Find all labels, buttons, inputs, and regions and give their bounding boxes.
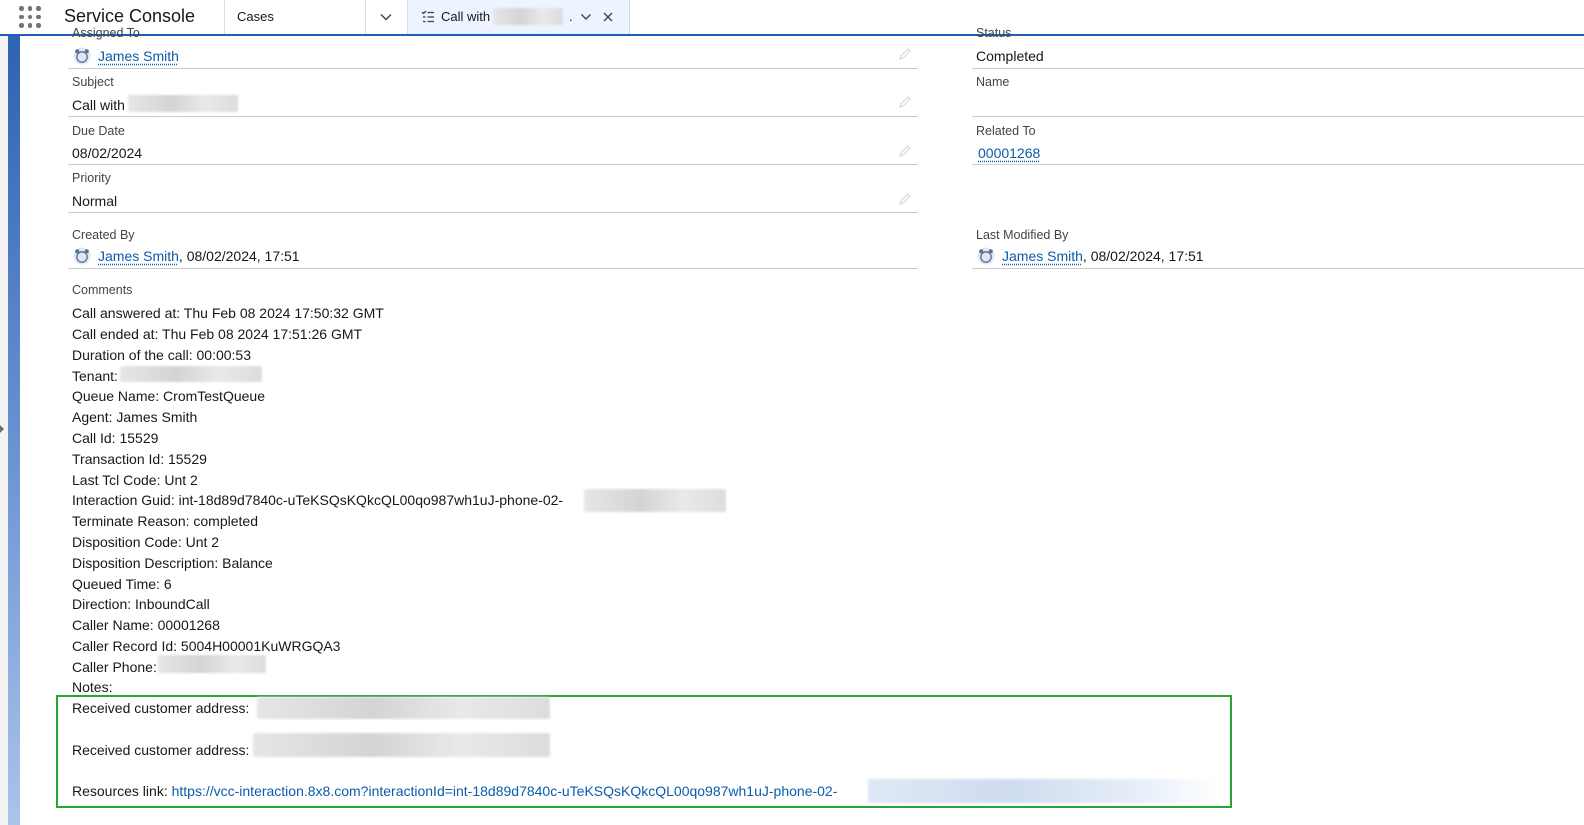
redacted-link-tail bbox=[868, 779, 1220, 803]
related-to-label: Related To bbox=[976, 124, 1036, 138]
last-modified-by-date: , 08/02/2024, 17:51 bbox=[1082, 248, 1204, 264]
pencil-icon[interactable] bbox=[899, 48, 911, 60]
redacted-tenant bbox=[120, 366, 262, 382]
comment-line: Notes: bbox=[72, 679, 113, 695]
comment-line: Queued Time: 6 bbox=[72, 576, 172, 592]
status-value: Completed bbox=[976, 48, 1044, 64]
related-to-link[interactable]: 00001268 bbox=[978, 145, 1040, 161]
pencil-icon[interactable] bbox=[899, 145, 911, 157]
redacted-name bbox=[128, 95, 238, 112]
comment-line: Transaction Id: 15529 bbox=[72, 451, 207, 467]
chevron-down-icon bbox=[380, 13, 392, 21]
tab-suffix: . bbox=[569, 9, 573, 24]
redacted-guid bbox=[584, 489, 726, 512]
comment-line: Duration of the call: 00:00:53 bbox=[72, 347, 252, 363]
last-modified-by-label: Last Modified By bbox=[976, 228, 1069, 242]
tab-call-with[interactable]: Call with . bbox=[407, 0, 630, 34]
tab-cases-label: Cases bbox=[237, 9, 274, 24]
created-by-date: , 08/02/2024, 17:51 bbox=[178, 248, 300, 264]
comment-line: Call answered at: Thu Feb 08 2024 17:50:… bbox=[72, 305, 384, 321]
redacted-address bbox=[253, 733, 550, 757]
assigned-to-link[interactable]: James Smith bbox=[98, 48, 179, 64]
tab-overflow-button[interactable] bbox=[366, 0, 406, 34]
redacted-address bbox=[257, 697, 550, 719]
global-header: Service Console Cases Call with . bbox=[0, 0, 1584, 36]
received-address-line: Received customer address: bbox=[72, 742, 250, 758]
record-highlight-strip bbox=[8, 36, 20, 825]
field-divider bbox=[972, 116, 1584, 117]
app-launcher-icon[interactable] bbox=[18, 5, 42, 29]
comment-line: Queue Name: CromTestQueue bbox=[72, 388, 265, 404]
subject-value: Call with bbox=[72, 97, 125, 113]
field-divider bbox=[68, 164, 918, 165]
field-divider bbox=[972, 164, 1584, 165]
comment-line: Tenant: bbox=[72, 368, 118, 384]
comment-line: Direction: InboundCall bbox=[72, 596, 210, 612]
created-by-value: James Smith, 08/02/2024, 17:51 bbox=[98, 248, 300, 264]
received-address-line: Received customer address: bbox=[72, 700, 250, 716]
name-label: Name bbox=[976, 75, 1010, 89]
comment-line: Last Tcl Code: Unt 2 bbox=[72, 472, 198, 488]
comment-line: Disposition Description: Balance bbox=[72, 555, 273, 571]
comment-line: Agent: James Smith bbox=[72, 409, 198, 425]
comment-line: Disposition Code: Unt 2 bbox=[72, 534, 220, 550]
user-avatar-icon bbox=[73, 247, 91, 265]
app-name: Service Console bbox=[64, 6, 196, 26]
resources-url-link[interactable]: https://vcc-interaction.8x8.com?interact… bbox=[172, 783, 838, 799]
redacted-phone bbox=[158, 655, 266, 673]
field-divider bbox=[68, 268, 918, 269]
comment-line: Caller Name: 00001268 bbox=[72, 617, 220, 633]
field-divider bbox=[68, 212, 918, 213]
task-list-icon bbox=[421, 10, 434, 23]
user-avatar-icon bbox=[977, 247, 995, 265]
comment-line: Interaction Guid: int-18d89d7840c-uTeKSQ… bbox=[72, 492, 564, 508]
due-date-value: 08/02/2024 bbox=[72, 145, 143, 161]
subject-label: Subject bbox=[72, 75, 114, 89]
field-divider bbox=[972, 268, 1584, 269]
comment-line: Terminate Reason: completed bbox=[72, 513, 258, 529]
comment-line: Caller Phone: bbox=[72, 659, 157, 675]
comment-line: Call Id: 15529 bbox=[72, 430, 159, 446]
comments-label: Comments bbox=[72, 283, 133, 297]
comment-line: Caller Record Id: 5004H00001KuWRGQA3 bbox=[72, 638, 341, 654]
close-icon[interactable] bbox=[602, 11, 614, 23]
chevron-down-icon[interactable] bbox=[580, 11, 592, 23]
priority-label: Priority bbox=[72, 171, 111, 185]
pencil-icon[interactable] bbox=[899, 96, 911, 108]
tab-cases[interactable]: Cases bbox=[225, 0, 365, 34]
resources-link-line: Resources link: https://vcc-interaction.… bbox=[72, 783, 837, 799]
field-divider bbox=[68, 68, 918, 69]
due-date-label: Due Date bbox=[72, 124, 125, 138]
created-by-label: Created By bbox=[72, 228, 135, 242]
field-divider bbox=[972, 68, 1584, 69]
assigned-to-label: Assigned To bbox=[72, 26, 140, 40]
field-divider bbox=[68, 116, 918, 117]
redacted-name bbox=[493, 8, 563, 25]
created-by-user-link[interactable]: James Smith bbox=[98, 248, 179, 264]
priority-value: Normal bbox=[72, 193, 118, 209]
last-modified-by-user-link[interactable]: James Smith bbox=[1002, 248, 1083, 264]
user-avatar-icon bbox=[73, 47, 91, 65]
resources-label: Resources link: bbox=[72, 783, 172, 799]
last-modified-by-value: James Smith, 08/02/2024, 17:51 bbox=[1002, 248, 1204, 264]
expand-panel-icon[interactable] bbox=[0, 425, 4, 433]
status-label: Status bbox=[976, 26, 1012, 40]
tab-call-with-label: Call with bbox=[441, 9, 491, 24]
comment-line: Call ended at: Thu Feb 08 2024 17:51:26 … bbox=[72, 326, 363, 342]
pencil-icon[interactable] bbox=[899, 193, 911, 205]
